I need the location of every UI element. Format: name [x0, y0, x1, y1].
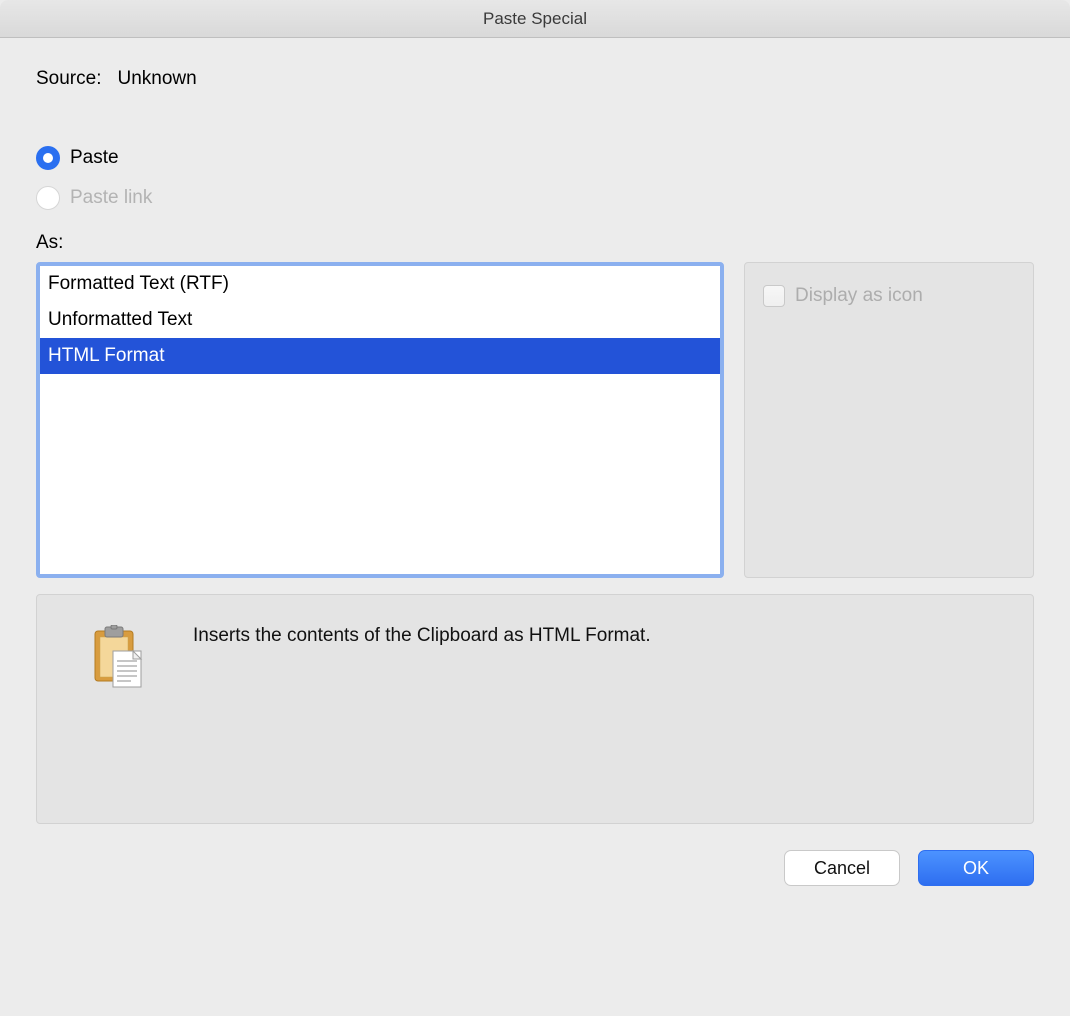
ok-button[interactable]: OK [918, 850, 1034, 886]
ok-button-label: OK [963, 858, 989, 879]
description-panel: Inserts the contents of the Clipboard as… [36, 594, 1034, 824]
radio-paste-label: Paste [70, 147, 119, 169]
display-as-icon-checkbox: Display as icon [763, 285, 1015, 307]
cancel-button[interactable]: Cancel [784, 850, 900, 886]
dialog-title: Paste Special [483, 9, 587, 29]
radio-paste-indicator [36, 146, 60, 170]
cancel-button-label: Cancel [814, 858, 870, 879]
source-label: Source: [36, 68, 101, 90]
clipboard-paste-icon [93, 625, 145, 689]
radio-paste[interactable]: Paste [36, 138, 1034, 178]
dialog-buttons: Cancel OK [36, 850, 1034, 886]
radio-paste-link-indicator [36, 186, 60, 210]
list-item[interactable]: Formatted Text (RTF) [40, 266, 720, 302]
as-label: As: [36, 232, 1034, 254]
display-as-icon-label: Display as icon [795, 285, 923, 307]
list-item[interactable]: HTML Format [40, 338, 720, 374]
radio-paste-link: Paste link [36, 178, 1034, 218]
source-row: Source: Unknown [36, 68, 1034, 90]
list-item[interactable]: Unformatted Text [40, 302, 720, 338]
description-text: Inserts the contents of the Clipboard as… [193, 625, 651, 799]
checkbox-box [763, 285, 785, 307]
paste-mode-radio-group: Paste Paste link [36, 138, 1034, 218]
radio-paste-link-label: Paste link [70, 187, 152, 209]
display-as-icon-panel: Display as icon [744, 262, 1034, 578]
dialog-titlebar: Paste Special [0, 0, 1070, 38]
source-value: Unknown [117, 68, 196, 90]
format-listbox[interactable]: Formatted Text (RTF) Unformatted Text HT… [36, 262, 724, 578]
